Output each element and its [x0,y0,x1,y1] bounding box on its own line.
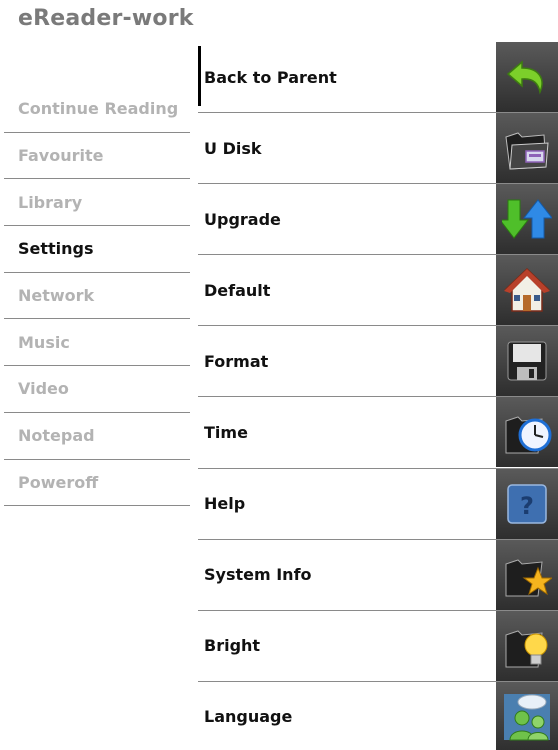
menu-item-label: Help [204,494,246,514]
app-title: eReader-work [18,6,194,31]
menu-item-default[interactable]: Default [198,255,558,327]
menu-item-label: Time [204,423,248,443]
back-arrow-icon [496,42,558,112]
menu-item-label: Format [204,351,269,371]
menu-item-system-info[interactable]: System Info [198,539,558,611]
sidebar-item-music[interactable]: Music [4,319,190,367]
menu-item-label: Default [204,280,271,300]
sidebar-item-poweroff[interactable]: Poweroff [4,460,190,507]
sidebar-item-library[interactable]: Library [4,179,190,227]
settings-menu: Back to Parent U Disk Upgrade Default Fo… [198,42,558,750]
menu-item-upgrade[interactable]: Upgrade [198,184,558,256]
usb-folder-icon [496,113,558,184]
menu-item-label: System Info [204,565,312,585]
floppy-disk-icon [496,326,558,397]
menu-item-label: Bright [204,636,261,656]
menu-item-bright[interactable]: Bright [198,610,558,682]
upgrade-arrows-icon [496,184,558,255]
language-people-icon [496,681,558,750]
lightbulb-icon [496,610,558,681]
menu-item-format[interactable]: Format [198,326,558,398]
sidebar-nav: Continue Reading Favourite Library Setti… [4,86,190,507]
sidebar-item-network[interactable]: Network [4,273,190,320]
menu-item-back-to-parent[interactable]: Back to Parent [198,42,558,114]
sidebar-item-notepad[interactable]: Notepad [4,413,190,460]
menu-item-u-disk[interactable]: U Disk [198,113,558,185]
help-icon: ? [496,468,558,539]
menu-item-label: Language [204,707,293,727]
svg-text:?: ? [520,492,534,520]
menu-item-label: Upgrade [204,209,281,229]
sidebar-item-settings[interactable]: Settings [4,226,190,273]
menu-item-help[interactable]: Help ? [198,468,558,540]
star-folder-icon [496,539,558,610]
home-icon [496,255,558,326]
sidebar-item-continue-reading[interactable]: Continue Reading [4,86,190,133]
menu-item-label: Back to Parent [204,67,337,87]
menu-item-label: U Disk [204,138,262,158]
sidebar-item-video[interactable]: Video [4,366,190,413]
clock-icon [496,397,558,468]
menu-item-time[interactable]: Time [198,397,558,469]
menu-item-language[interactable]: Language [198,681,558,750]
sidebar-item-favourite[interactable]: Favourite [4,133,190,180]
